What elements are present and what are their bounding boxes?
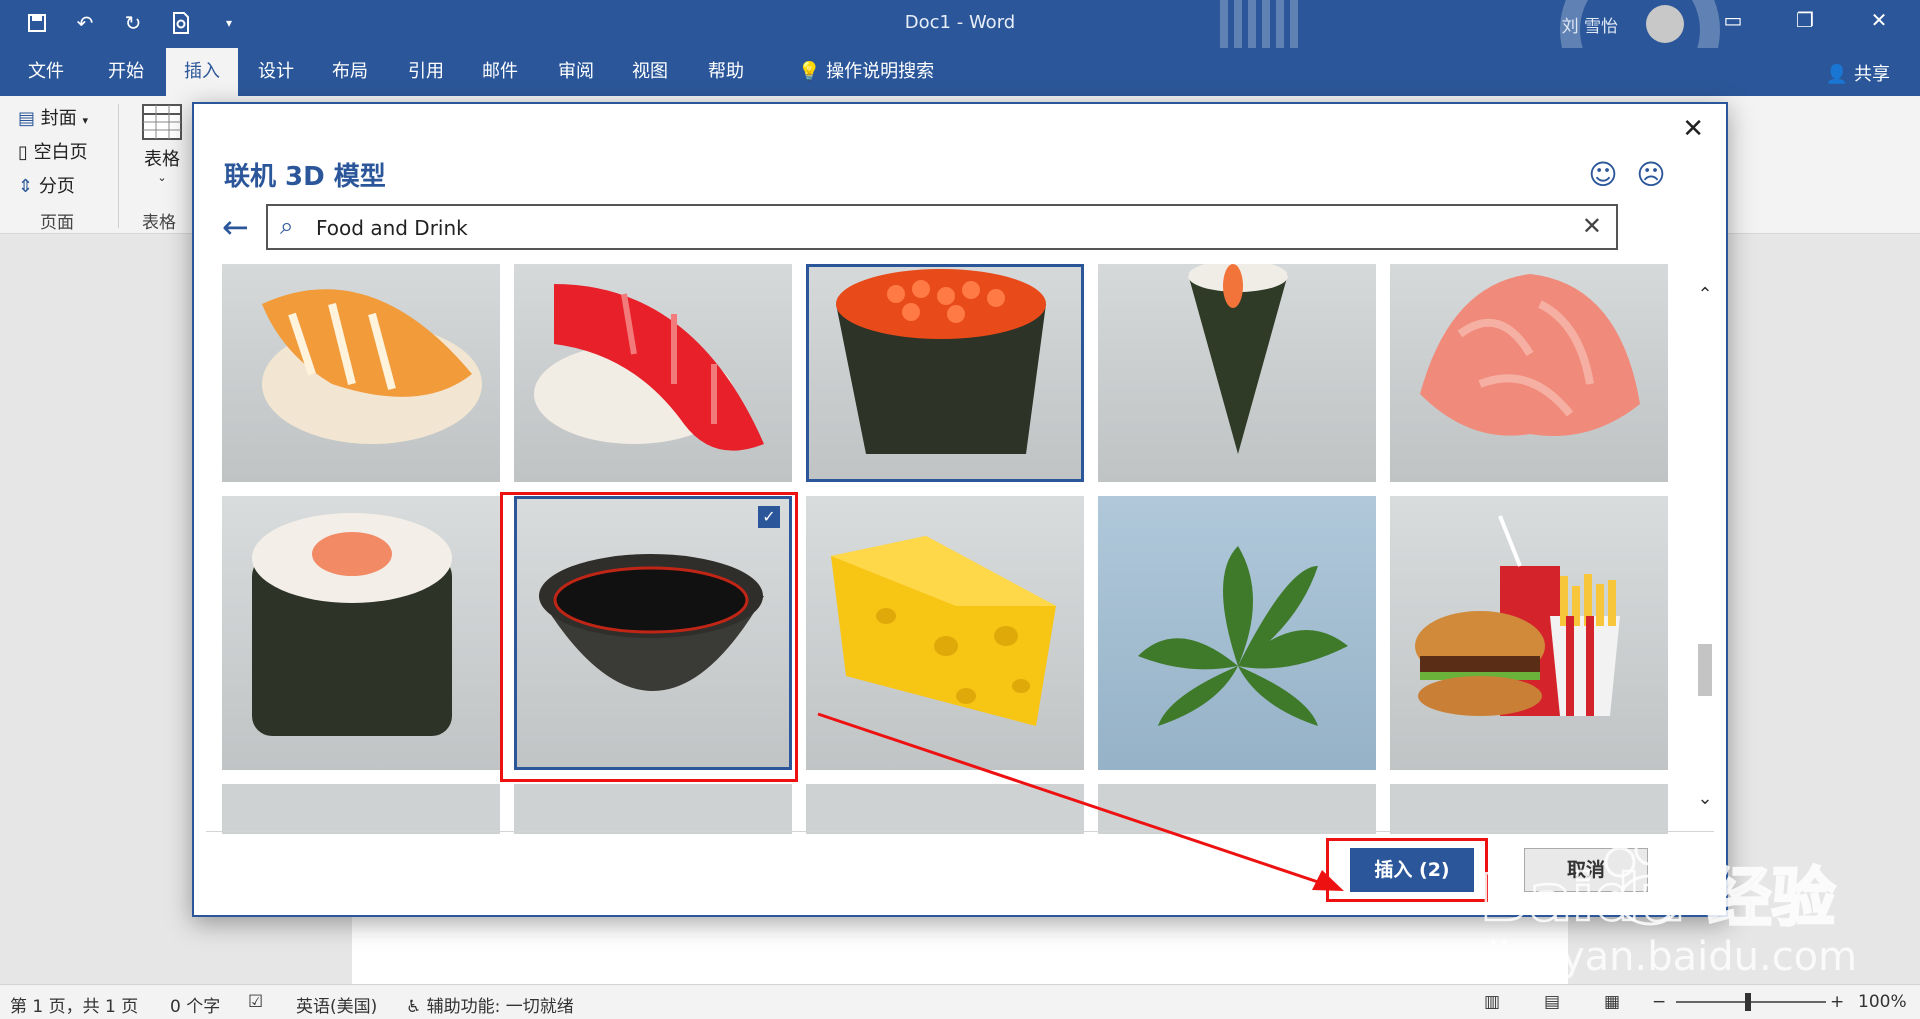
pages-group-label: 页面 [40, 213, 74, 233]
document-title: Doc1 - Word [904, 12, 1016, 33]
tab-file[interactable]: 文件 [10, 48, 82, 96]
close-window-icon[interactable]: ✕ [1864, 8, 1894, 38]
word-window: ↶ ↻ ▾ Doc1 - Word 刘 雪怡 ▭ ❐ ✕ 文件 开始 插入 设计… [0, 0, 1920, 1019]
zoom-level[interactable]: 100% [1858, 992, 1907, 1012]
avatar[interactable] [1646, 5, 1684, 43]
user-name[interactable]: 刘 雪怡 [1562, 12, 1618, 37]
title-bar: ↶ ↻ ▾ Doc1 - Word 刘 雪怡 ▭ ❐ ✕ [0, 0, 1920, 90]
blank-page-button[interactable]: ▯ 空白页 [18, 138, 88, 164]
page-break-icon: ⇕ [18, 176, 34, 197]
group-divider [118, 104, 119, 228]
status-bar: 第 1 页，共 1 页 0 个字 ☑ 英语(美国) ♿ 辅助功能: 一切就绪 ▥… [0, 984, 1920, 1019]
word-count[interactable]: 0 个字 [170, 992, 220, 1017]
cover-page-button[interactable]: ▤ 封面 ▾ [18, 104, 88, 130]
document-page[interactable] [352, 914, 1568, 984]
page-info[interactable]: 第 1 页，共 1 页 [10, 992, 138, 1017]
annotation-arrow [817, 712, 1344, 891]
tab-home[interactable]: 开始 [90, 48, 162, 96]
share-button[interactable]: 👤 共享 [1826, 60, 1890, 86]
restore-window-icon[interactable]: ❐ [1790, 8, 1820, 38]
chevron-down-icon: ⌄ [157, 171, 167, 184]
ribbon-tabs: 文件 开始 插入 设计 布局 引用 邮件 审阅 视图 帮助 💡 操作说明搜索 👤… [0, 48, 1920, 96]
lightbulb-icon: 💡 [798, 61, 821, 82]
blank-page-icon: ▯ [18, 142, 28, 163]
table-icon [142, 104, 182, 140]
watermark-url: jingyan.baidu.com [1487, 934, 1857, 980]
accessibility-label: 辅助功能: 一切就绪 [426, 997, 574, 1017]
tables-group-label: 表格 [142, 213, 176, 233]
tab-references[interactable]: 引用 [390, 48, 462, 96]
tab-layout[interactable]: 布局 [314, 48, 386, 96]
web-layout-icon[interactable]: ▦ [1604, 992, 1620, 1012]
language-indicator[interactable]: 英语(美国) [296, 992, 377, 1017]
baidu-logo-watermark: Baidu 经验 jingyan.baidu.com [1479, 834, 1857, 980]
tell-me-search[interactable]: 💡 操作说明搜索 [780, 48, 952, 96]
tab-design[interactable]: 设计 [240, 48, 312, 96]
table-label: 表格 [144, 149, 180, 170]
ribbon-display-options-icon[interactable]: ▭ [1718, 8, 1748, 38]
chevron-down-icon: ▾ [82, 114, 89, 127]
proofing-icon[interactable]: ☑ [248, 992, 263, 1012]
zoom-slider-thumb[interactable] [1745, 993, 1751, 1011]
accessibility-icon: ♿ [406, 997, 422, 1017]
tell-me-label: 操作说明搜索 [826, 61, 935, 82]
tab-mailings[interactable]: 邮件 [464, 48, 536, 96]
online-3d-models-dialog: ✕ 联机 3D 模型 ☺ ☹ ← ⌕ ✕ [192, 102, 1728, 917]
zoom-in-icon[interactable]: + [1830, 992, 1844, 1012]
cover-page-label: 封面 [40, 108, 77, 129]
person-icon: 👤 [1825, 64, 1849, 85]
accessibility-status[interactable]: ♿ 辅助功能: 一切就绪 [406, 992, 574, 1017]
print-layout-icon[interactable]: ▤ [1544, 992, 1560, 1012]
tab-insert[interactable]: 插入 [166, 48, 238, 96]
zoom-slider[interactable] [1676, 1001, 1826, 1003]
cover-page-icon: ▤ [18, 108, 36, 129]
blank-page-label: 空白页 [33, 142, 88, 163]
tab-review[interactable]: 审阅 [540, 48, 612, 96]
tab-view[interactable]: 视图 [614, 48, 686, 96]
tab-help[interactable]: 帮助 [690, 48, 762, 96]
table-button[interactable]: 表格 ⌄ [140, 104, 184, 184]
read-mode-icon[interactable]: ▥ [1484, 992, 1500, 1012]
insert-button[interactable]: 插入 (2) [1350, 848, 1474, 892]
zoom-out-icon[interactable]: − [1652, 992, 1666, 1012]
baidu-jingyan-watermark: Baidu 经验 jingyan.baidu.com [1479, 810, 1900, 980]
page-break-label: 分页 [38, 176, 75, 197]
watermark-brand: Baidu 经验 [1480, 862, 1836, 936]
share-label: 共享 [1854, 64, 1890, 85]
page-break-button[interactable]: ⇕ 分页 [18, 172, 75, 198]
